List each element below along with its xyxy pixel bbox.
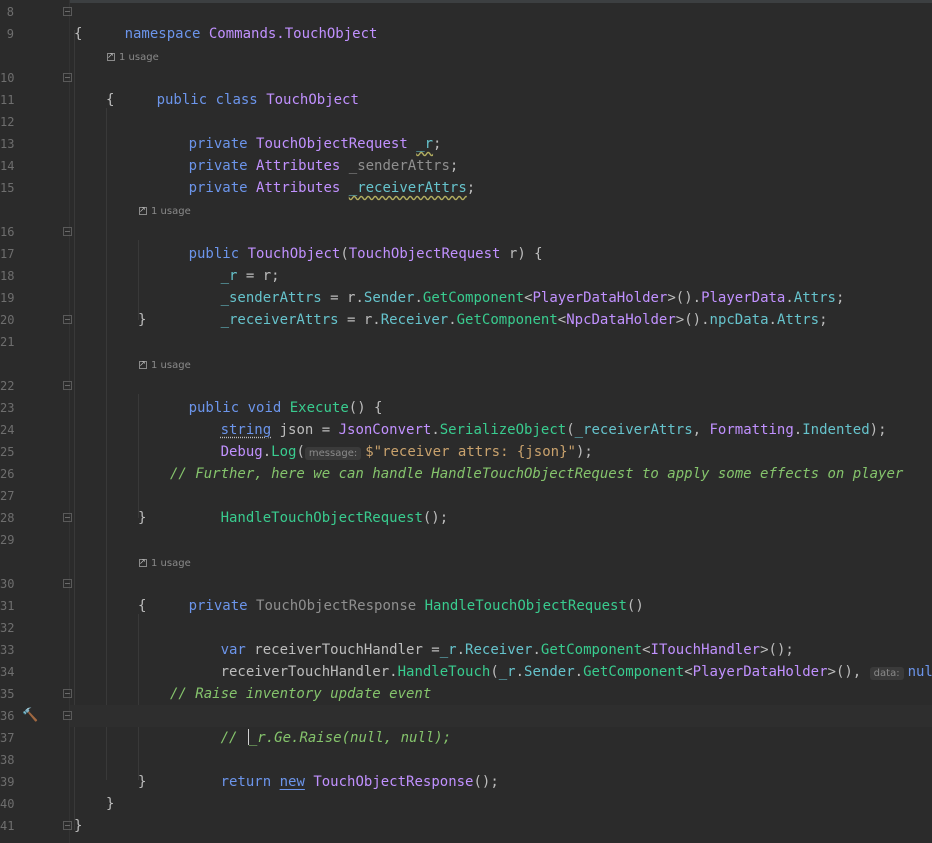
code-line: 9 {: [0, 23, 932, 45]
brace: {: [74, 26, 83, 42]
line-number: 14: [0, 159, 15, 173]
line-number: 32: [0, 621, 15, 635]
line-number: 24: [0, 423, 15, 437]
line-number: 27: [0, 489, 15, 503]
code-line: 31 {: [0, 595, 932, 617]
brace: }: [138, 774, 147, 790]
line-number: 17: [0, 247, 15, 261]
code-line: 21: [0, 331, 932, 353]
code-line: 11 {: [0, 89, 932, 111]
usage-hint[interactable]: 1 usage: [139, 556, 191, 570]
line-number: 38: [0, 753, 15, 767]
fold-icon[interactable]: [63, 711, 72, 720]
code-line: 26 // Further, here we can handle Handle…: [0, 463, 932, 485]
code-line: 33 receiverTouchHandler.HandleTouch(_r.S…: [0, 639, 932, 680]
code-line: 15: [0, 177, 932, 199]
code-line: 10 public class TouchObject: [0, 67, 932, 108]
fold-icon[interactable]: [63, 821, 72, 830]
line-number: 39: [0, 775, 15, 789]
usage-hint[interactable]: 1 usage: [139, 204, 191, 218]
line-number: 31: [0, 599, 15, 613]
code-line: 41 }: [0, 815, 932, 837]
line-number: 35: [0, 687, 15, 701]
code-line: 18 _senderAttrs = r.Sender.GetComponent<…: [0, 265, 932, 306]
line-number: 41: [0, 819, 15, 833]
line-number: 26: [0, 467, 15, 481]
line-number: 30: [0, 577, 15, 591]
fold-icon[interactable]: [63, 7, 72, 16]
hammer-icon[interactable]: 🔨: [22, 708, 38, 724]
code-line: 38 return new TouchObjectResponse();: [0, 749, 932, 790]
line-number: 20: [0, 313, 15, 327]
fold-icon[interactable]: [63, 381, 72, 390]
line-number: 40: [0, 797, 15, 811]
comment: // Further, here we can handle HandleTou…: [170, 466, 904, 482]
line-number: 34: [0, 665, 15, 679]
line-number: 16: [0, 225, 15, 239]
usage-icon: [139, 358, 147, 370]
line-number: 12: [0, 115, 15, 129]
fold-icon[interactable]: [63, 579, 72, 588]
usage-icon: [139, 204, 147, 216]
line-number: 11: [0, 93, 15, 107]
code-line: 16 public TouchObject(TouchObjectRequest…: [0, 221, 932, 262]
usage-icon: [139, 556, 147, 568]
line-number: 13: [0, 137, 15, 151]
code-line: 20 }: [0, 309, 932, 331]
line-number: 36: [0, 709, 15, 723]
comment: // Raise inventory update event: [170, 686, 432, 702]
code-line: 8 namespace Commands.TouchObject: [0, 1, 932, 42]
code-line: 34: [0, 661, 932, 683]
line-number: 15: [0, 181, 15, 195]
usage-hint[interactable]: 1 usage: [107, 50, 159, 64]
fold-icon[interactable]: [63, 227, 72, 236]
code-line: 23 string json = JsonConvert.SerializeOb…: [0, 397, 932, 438]
fold-icon[interactable]: [63, 513, 72, 522]
code-line: 37: [0, 727, 932, 749]
code-line: 14 private Attributes _receiverAttrs;: [0, 155, 932, 196]
code-line: 35 // Raise inventory update event: [0, 683, 932, 705]
line-number: 9: [6, 27, 14, 41]
brace: }: [138, 510, 147, 526]
code-line: 28 }: [0, 507, 932, 529]
line-number: 37: [0, 731, 15, 745]
line-number: 29: [0, 533, 15, 547]
line-number: 21: [0, 335, 15, 349]
line-number: 10: [0, 71, 15, 85]
brace: }: [138, 312, 147, 328]
code-line: 13 private Attributes _senderAttrs;: [0, 133, 932, 174]
brace: }: [74, 818, 83, 834]
code-line: 40 }: [0, 793, 932, 815]
line-number: 18: [0, 269, 15, 283]
brace: }: [106, 796, 115, 812]
usage-icon: [107, 50, 115, 62]
code-area[interactable]: 8 namespace Commands.TouchObject 9 { 1 u…: [0, 0, 932, 843]
line-number: 25: [0, 445, 15, 459]
code-line: 36 🔨 // _r.Ge.Raise(null, null);: [0, 705, 932, 746]
code-line: 17 _r = r;: [0, 243, 932, 284]
code-line: 30 private TouchObjectResponse HandleTou…: [0, 573, 932, 614]
fold-icon[interactable]: [63, 315, 72, 324]
code-line: 29: [0, 529, 932, 551]
line-number: 8: [6, 5, 14, 19]
code-line: 39 }: [0, 771, 932, 793]
fold-icon[interactable]: [63, 73, 72, 82]
brace: {: [138, 598, 147, 614]
code-line: 25: [0, 441, 932, 463]
fold-icon[interactable]: [63, 689, 72, 698]
code-line: 27 HandleTouchObjectRequest();: [0, 485, 932, 526]
usage-hint[interactable]: 1 usage: [139, 358, 191, 372]
code-line: 24 Debug.Log(message: $"receiver attrs: {…: [0, 419, 932, 460]
line-number: 33: [0, 643, 15, 657]
line-number: 28: [0, 511, 15, 525]
line-number: 22: [0, 379, 15, 393]
code-line: 19 _receiverAttrs = r.Receiver.GetCompon…: [0, 287, 932, 328]
code-line: 22 public void Execute() {: [0, 375, 932, 416]
line-number: 19: [0, 291, 15, 305]
line-number: 23: [0, 401, 15, 415]
brace: {: [106, 92, 115, 108]
code-line: 32 var receiverTouchHandler =_r.Receiver…: [0, 617, 932, 658]
code-line: 12 private TouchObjectRequest _r;: [0, 111, 932, 152]
